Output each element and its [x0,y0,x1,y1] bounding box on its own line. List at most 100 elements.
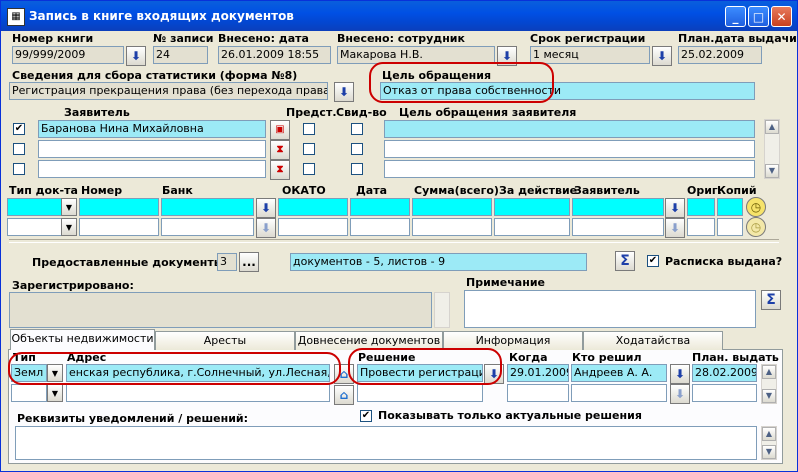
tab-real-estate[interactable]: Объекты недвижимости [10,329,155,350]
doc-action-button[interactable]: ◷ [746,217,766,237]
scroll-down-icon[interactable]: ▼ [765,164,779,178]
applicant-purpose-field[interactable] [384,140,755,158]
book-dropdown-button[interactable]: ⬇ [126,46,146,66]
applicant-purpose-field[interactable] [384,120,755,138]
doc-number-field[interactable] [79,198,159,216]
chevron-down-icon: ▼ [65,223,73,232]
doc-applicant-dropdown[interactable]: ⬇ [665,198,685,218]
doc-type-dropdown[interactable]: ▼ [61,218,77,236]
record-num-label: № записи [153,32,214,45]
scroll-down-icon[interactable]: ▼ [762,445,776,459]
object-address-field[interactable] [66,384,330,402]
term-field[interactable]: 1 месяц [530,46,650,64]
doc-applicant-field[interactable] [572,218,664,236]
doc-action-field[interactable] [494,218,570,236]
who-dropdown-button[interactable]: ⬇ [670,384,690,404]
repr-checkbox[interactable] [303,123,315,135]
cert-checkbox[interactable] [351,163,363,175]
applicant-name-field[interactable] [38,140,266,158]
doc-copies-field[interactable] [717,218,743,236]
doc-action-button[interactable]: ◷ [746,197,766,217]
doc-applicant-field[interactable] [572,198,664,216]
objects-scrollbar[interactable]: ▲ ▼ [761,364,777,404]
minimize-button[interactable]: _ [725,6,746,27]
bank-dropdown-button[interactable]: ⬇ [256,218,276,238]
entry-date-field[interactable]: 26.01.2009 18:55 [218,46,331,64]
stats-dropdown-button[interactable]: ⬇ [334,82,354,102]
registered-label: Зарегистрировано: [12,279,134,292]
doc-orig-field[interactable] [687,198,715,216]
title-bar[interactable]: ▦ Запись в книге входящих документов _ □… [1,1,797,31]
book-number-field[interactable]: 99/999/2009 [12,46,124,64]
applicant-name-field[interactable] [38,160,266,178]
object-who-field[interactable]: Андреев А. А. [571,364,667,382]
maximize-button[interactable]: □ [748,6,769,27]
applicant-card-button[interactable]: ▣ [270,120,290,140]
actual-only-checkbox[interactable]: ✔ [360,410,372,422]
registered-field[interactable] [9,292,432,328]
applicant-card-button[interactable]: ⧗ [270,140,290,160]
doc-copies-field[interactable] [717,198,743,216]
notify-field[interactable] [15,426,757,460]
cert-checkbox[interactable] [351,123,363,135]
object-when-field[interactable] [507,384,569,402]
tab-arrests[interactable]: Аресты [155,331,295,350]
note-field[interactable] [464,290,756,328]
scroll-up-icon[interactable]: ▲ [762,427,776,441]
repr-checkbox[interactable] [303,163,315,175]
doc-sum-field[interactable] [412,198,492,216]
note-sum-button[interactable]: Σ [761,290,781,310]
obj-col-plan: План. выдать [692,351,779,364]
plan-date-field[interactable]: 25.02.2009 [678,46,762,64]
doc-orig-field[interactable] [687,218,715,236]
provided-docs-label: Предоставленные документы: [32,256,229,269]
record-number-field[interactable]: 24 [153,46,208,64]
registered-scrollbar[interactable] [434,292,450,328]
object-decision-field[interactable] [357,384,483,402]
applicant-purpose-field[interactable] [384,160,755,178]
doc-okato-field[interactable] [278,218,348,236]
doc-type-select[interactable] [7,198,63,216]
address-house-button[interactable]: ⌂ [334,385,354,405]
applicant-row-checkbox[interactable] [13,163,25,175]
notify-scrollbar[interactable]: ▲ ▼ [761,426,777,460]
tab-petitions[interactable]: Ходатайства [583,331,723,350]
who-dropdown-button[interactable]: ⬇ [670,364,690,384]
applicant-purpose-header: Цель обращения заявителя [399,106,577,119]
object-type-select[interactable] [11,384,47,402]
object-type-dropdown[interactable]: ▼ [47,384,63,402]
doc-number-field[interactable] [79,218,159,236]
doc-bank-field[interactable] [161,198,254,216]
object-plan-field[interactable] [692,384,757,402]
close-button[interactable]: ✕ [771,6,792,27]
doc-type-dropdown[interactable]: ▼ [61,198,77,216]
bank-dropdown-button[interactable]: ⬇ [256,198,276,218]
doc-date-field[interactable] [350,198,410,216]
object-when-field[interactable]: 29.01.2009 [507,364,569,382]
scroll-down-icon[interactable]: ▼ [762,389,776,403]
doc-type-select[interactable] [7,218,63,236]
provided-more-button[interactable]: ... [239,252,259,272]
scroll-up-icon[interactable]: ▲ [762,365,776,379]
applicant-card-button[interactable]: ⧗ [270,160,290,180]
applicants-scrollbar[interactable]: ▲ ▼ [764,119,780,179]
stats-field[interactable]: Регистрация прекращения права (без перех… [9,82,328,100]
doc-sum-field[interactable] [412,218,492,236]
doc-bank-field[interactable] [161,218,254,236]
doc-applicant-dropdown[interactable]: ⬇ [665,218,685,238]
cert-checkbox[interactable] [351,143,363,155]
chevron-down-icon: ▼ [65,203,73,212]
doc-okato-field[interactable] [278,198,348,216]
scroll-up-icon[interactable]: ▲ [765,120,779,134]
term-dropdown-button[interactable]: ⬇ [652,46,672,66]
repr-checkbox[interactable] [303,143,315,155]
sum-button[interactable]: Σ [615,251,635,271]
object-who-field[interactable] [571,384,667,402]
doc-action-field[interactable] [494,198,570,216]
doc-date-field[interactable] [350,218,410,236]
applicant-name-field[interactable]: Баранова Нина Михайловна [38,120,266,138]
receipt-checkbox[interactable]: ✔ [647,255,659,267]
applicant-row-checkbox[interactable] [13,143,25,155]
object-plan-field[interactable]: 28.02.2009 [692,364,757,382]
applicant-row-checkbox[interactable]: ✔ [13,123,25,135]
